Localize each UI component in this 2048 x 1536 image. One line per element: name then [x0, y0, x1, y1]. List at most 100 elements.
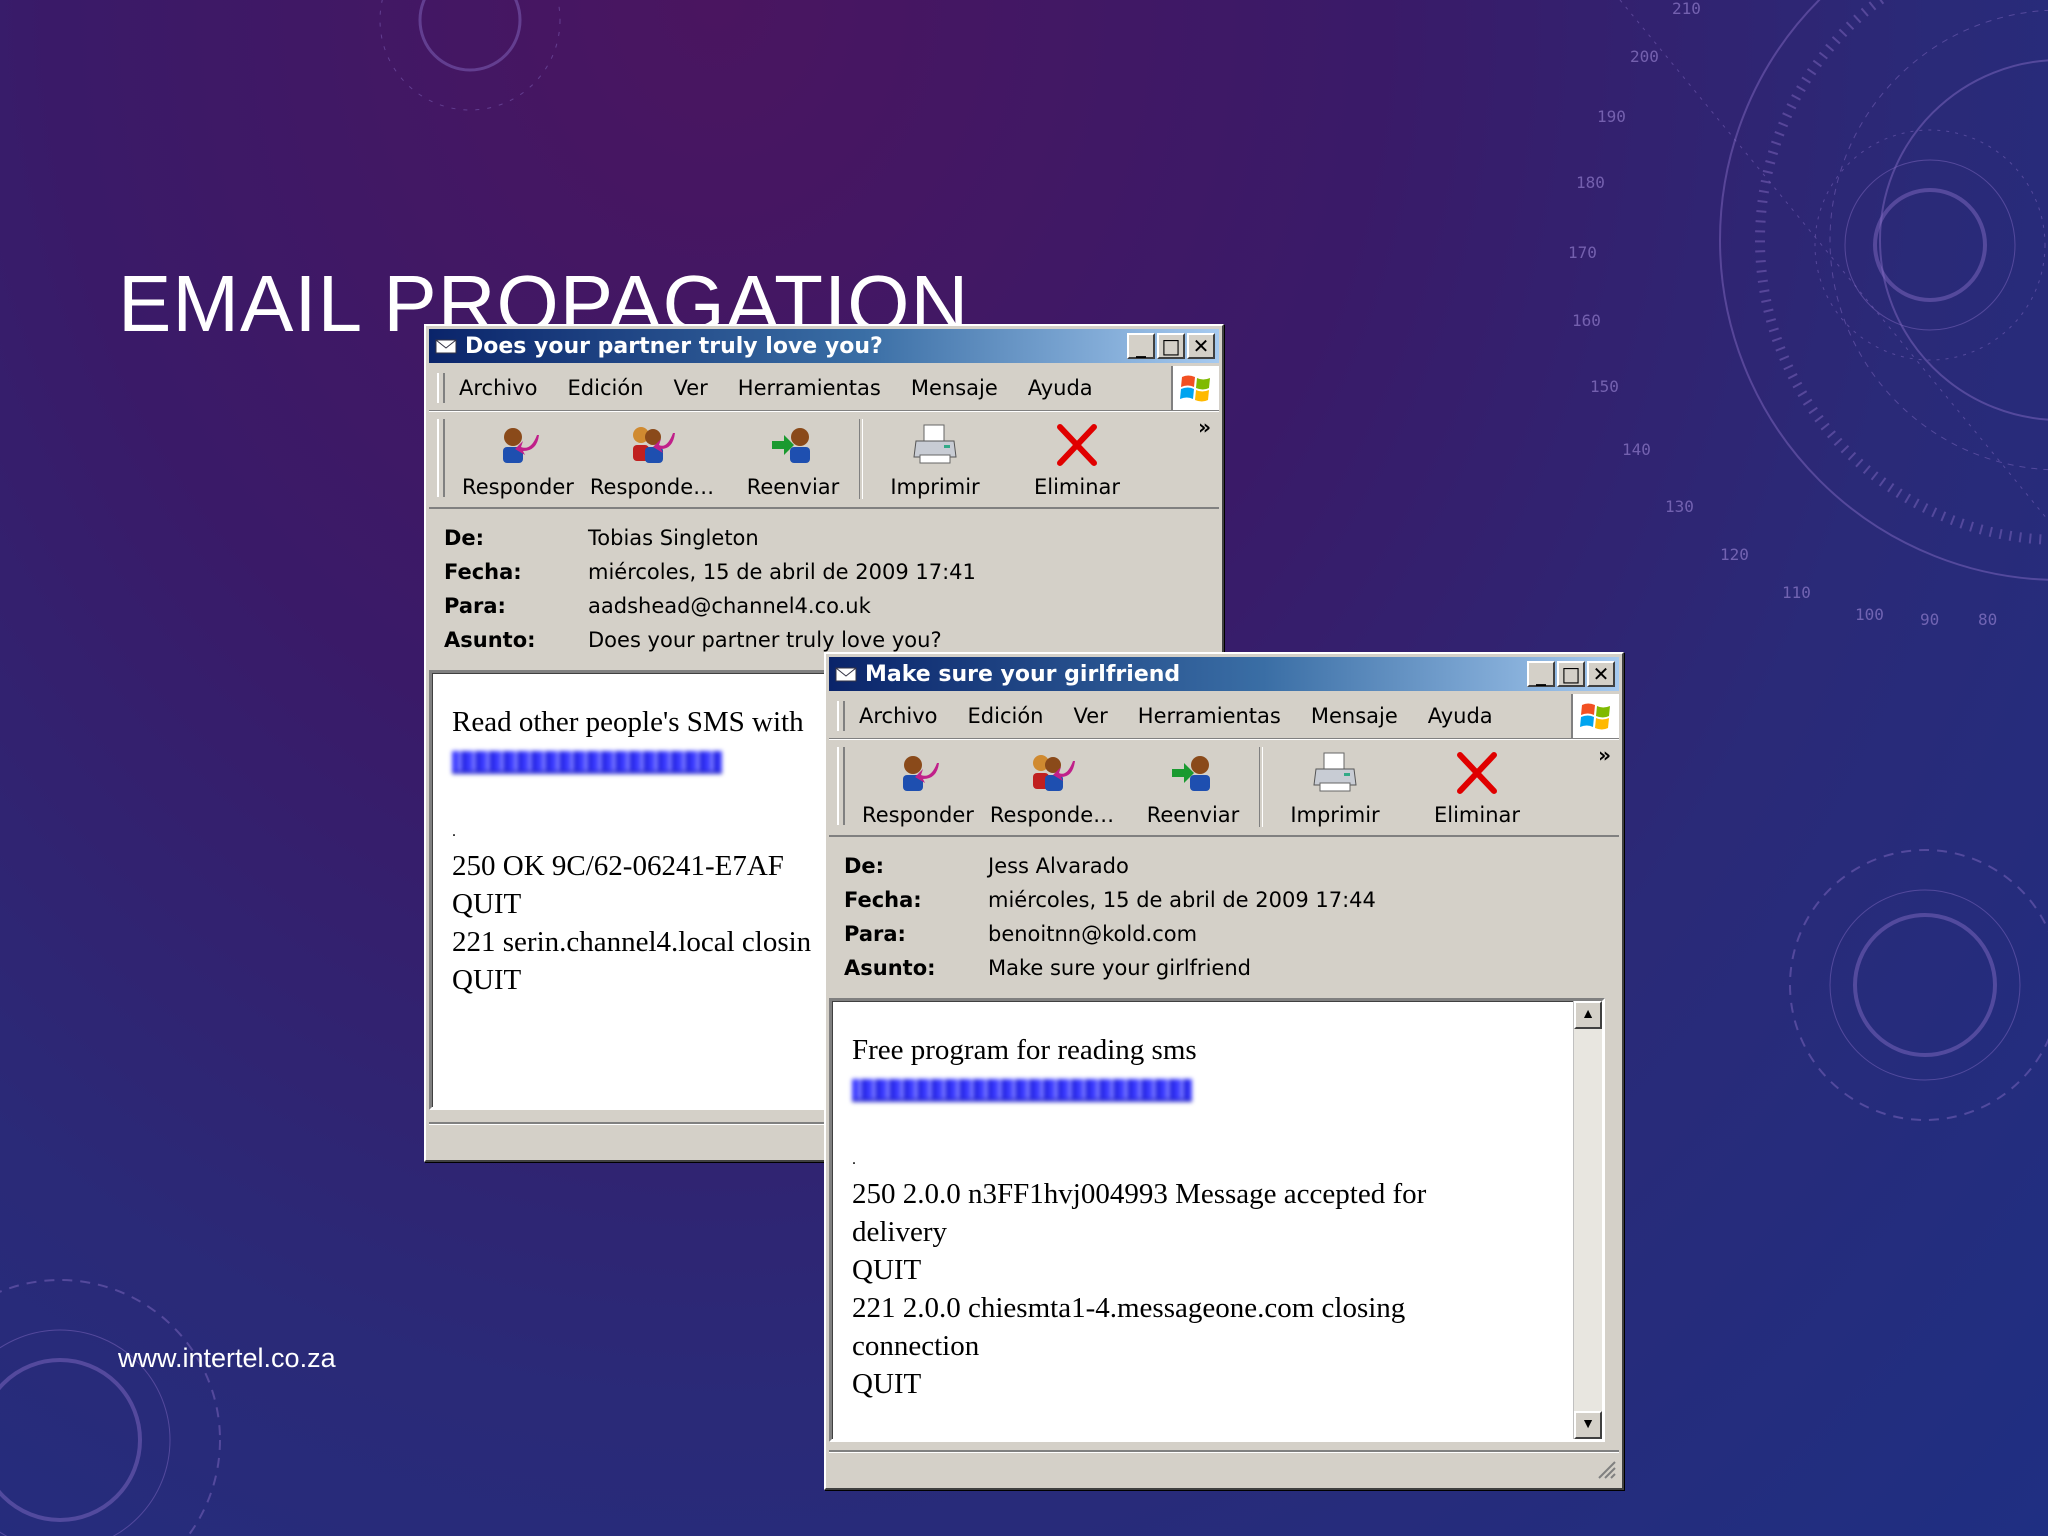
delete-button[interactable]: Eliminar: [1407, 741, 1547, 827]
menu-edicion[interactable]: Edición: [968, 704, 1044, 728]
message-body[interactable]: Free program for reading sms . 250 2.0.0…: [829, 998, 1605, 1442]
header-row-to: Para: benoitnn@kold.com: [844, 917, 1622, 951]
reply-all-icon: [1033, 755, 1075, 791]
printer-icon: [1313, 752, 1357, 792]
header-row-to: Para: aadshead@channel4.co.uk: [444, 589, 1222, 623]
status-bar: [829, 1450, 1619, 1482]
gauge-tick-label: 180: [1576, 173, 1605, 192]
body-line: 250 2.0.0 n3FF1hvj004993 Message accepte…: [852, 1178, 1427, 1210]
header-label: De:: [444, 526, 485, 550]
maximize-button[interactable]: □: [1557, 661, 1585, 687]
body-link-row: [852, 1069, 1602, 1107]
header-label: Para:: [444, 594, 506, 618]
footer-url: www.intertel.co.za: [118, 1343, 336, 1373]
email-window-2[interactable]: Make sure your girlfriend _ □ ✕ Archivo …: [824, 652, 1624, 1490]
print-button[interactable]: Imprimir: [863, 413, 1007, 499]
delete-x-icon: [1457, 752, 1497, 794]
reply-all-icon: [633, 427, 675, 463]
body-line: [852, 1107, 1602, 1145]
gauge-tick-label: 140: [1622, 440, 1651, 459]
envelope-icon: [835, 667, 857, 682]
reply-label: Responder: [462, 475, 574, 499]
minimize-button[interactable]: _: [1527, 661, 1555, 687]
menu-ayuda[interactable]: Ayuda: [1428, 704, 1493, 728]
reply-label: Responder: [862, 803, 974, 827]
toolbar-overflow-chevron-icon[interactable]: »: [1598, 743, 1611, 767]
body-line: QUIT: [852, 1254, 922, 1286]
delete-label: Eliminar: [1033, 475, 1121, 499]
print-button[interactable]: Imprimir: [1263, 741, 1407, 827]
title-bar[interactable]: Make sure your girlfriend _ □ ✕: [829, 657, 1619, 691]
maximize-button[interactable]: □: [1157, 333, 1185, 359]
reply-all-label: Responde…: [589, 475, 715, 499]
gauge-tick-label: 190: [1597, 107, 1626, 126]
menu-grip[interactable]: [437, 373, 445, 403]
scroll-down-arrow-icon[interactable]: ▼: [1574, 1411, 1602, 1439]
reply-icon: [503, 428, 539, 463]
reply-all-button[interactable]: Responde…: [577, 413, 727, 499]
forward-button[interactable]: Reenviar: [1127, 741, 1259, 827]
menu-ayuda[interactable]: Ayuda: [1028, 376, 1093, 400]
gauge-tick-label: 80: [1978, 610, 1997, 629]
gauge-tick-label: 160: [1572, 311, 1601, 330]
scroll-up-arrow-icon[interactable]: ▲: [1574, 1001, 1602, 1029]
header-value: Does your partner truly love you?: [588, 628, 942, 652]
body-line: QUIT: [852, 1368, 922, 1400]
blurred-link[interactable]: [452, 751, 722, 774]
gauge-tick-label: 150: [1590, 377, 1619, 396]
header-value: Make sure your girlfriend: [988, 956, 1251, 980]
reply-all-button[interactable]: Responde…: [977, 741, 1127, 827]
delete-label: Eliminar: [1433, 803, 1521, 827]
forward-icon: [772, 428, 810, 463]
windows-logo-icon: [1171, 366, 1219, 410]
close-button[interactable]: ✕: [1187, 333, 1215, 359]
body-line: Free program for reading sms: [852, 1034, 1197, 1066]
gauge-tick-label: 120: [1720, 545, 1749, 564]
forward-icon: [1172, 756, 1210, 791]
print-label: Imprimir: [890, 475, 980, 499]
forward-label: Reenviar: [746, 475, 840, 499]
menu-archivo[interactable]: Archivo: [459, 376, 538, 400]
reply-button[interactable]: Responder: [859, 741, 977, 827]
message-headers: De: Tobias Singleton Fecha: miércoles, 15 …: [426, 509, 1222, 657]
reply-all-label: Responde…: [989, 803, 1115, 827]
gauge-tick-label: 100: [1855, 605, 1884, 624]
menu-bar: Archivo Edición Ver Herramientas Mensaje…: [829, 694, 1619, 739]
toolbar-overflow-chevron-icon[interactable]: »: [1198, 415, 1211, 439]
menu-grip[interactable]: [837, 701, 845, 731]
menu-herramientas[interactable]: Herramientas: [1138, 704, 1281, 728]
gauge-tick-label: 200: [1630, 47, 1659, 66]
forward-button[interactable]: Reenviar: [727, 413, 859, 499]
delete-button[interactable]: Eliminar: [1007, 413, 1147, 499]
menu-bar: Archivo Edición Ver Herramientas Mensaje…: [429, 366, 1219, 411]
minimize-button[interactable]: _: [1127, 333, 1155, 359]
menu-mensaje[interactable]: Mensaje: [911, 376, 998, 400]
reply-button[interactable]: Responder: [459, 413, 577, 499]
menu-mensaje[interactable]: Mensaje: [1311, 704, 1398, 728]
header-label: Para:: [844, 922, 906, 946]
gauge-tick-label: 130: [1665, 497, 1694, 516]
header-row-subject: Asunto: Make sure your girlfriend: [844, 951, 1622, 985]
toolbar-grip[interactable]: [837, 747, 845, 825]
menu-ver[interactable]: Ver: [674, 376, 708, 400]
printer-icon: [913, 424, 957, 464]
print-label: Imprimir: [1290, 803, 1380, 827]
blurred-link[interactable]: [852, 1079, 1192, 1102]
body-line: delivery: [852, 1216, 948, 1248]
envelope-icon: [435, 339, 457, 354]
header-label: De:: [844, 854, 885, 878]
toolbar-grip[interactable]: [437, 419, 445, 497]
toolbar: Responder Responde… Reenviar Imprimir El…: [429, 413, 1219, 509]
resize-grip-icon[interactable]: [1595, 1458, 1617, 1480]
title-bar[interactable]: Does your partner truly love you? _ □ ✕: [429, 329, 1219, 363]
gauge-tick-label: 90: [1920, 610, 1939, 629]
window-title: Make sure your girlfriend: [865, 661, 1181, 687]
close-button[interactable]: ✕: [1587, 661, 1615, 687]
vertical-scrollbar[interactable]: ▲ ▼: [1573, 1001, 1602, 1439]
menu-edicion[interactable]: Edición: [568, 376, 644, 400]
menu-ver[interactable]: Ver: [1074, 704, 1108, 728]
menu-herramientas[interactable]: Herramientas: [738, 376, 881, 400]
header-row-date: Fecha: miércoles, 15 de abril de 2009 17:…: [444, 555, 1222, 589]
header-value: Tobias Singleton: [588, 526, 759, 550]
menu-archivo[interactable]: Archivo: [859, 704, 938, 728]
